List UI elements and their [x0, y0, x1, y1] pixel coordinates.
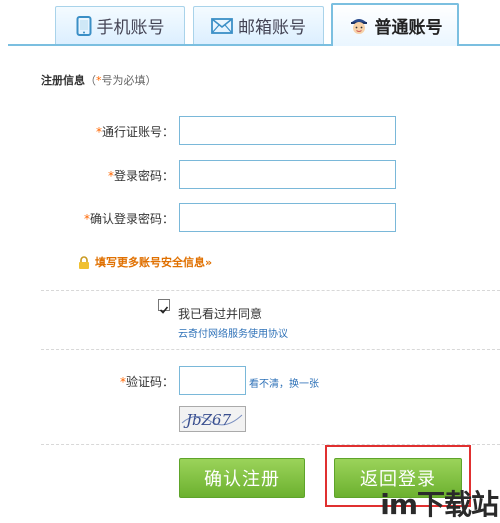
confirm-password-input[interactable] — [179, 203, 396, 232]
tab-label: 普通账号 — [374, 18, 443, 38]
captcha-label: *验证码： — [119, 375, 174, 389]
mail-icon — [211, 17, 233, 34]
tab-phone-account[interactable]: 手机账号 — [55, 6, 185, 44]
account-type-tabs: 手机账号 邮箱账号 普通账号 — [0, 0, 500, 46]
divider — [41, 290, 500, 291]
more-info-text: 填写更多账号安全信息» — [95, 256, 213, 269]
captcha-refresh-link[interactable]: 看不清，换一张 — [249, 375, 319, 390]
tab-email-account[interactable]: 邮箱账号 — [193, 6, 324, 44]
required-note: （*号为必填） — [85, 74, 157, 87]
form-title-text: 注册信息 — [41, 74, 85, 87]
more-security-info-link[interactable]: 填写更多账号安全信息» — [78, 254, 212, 270]
captcha-input[interactable] — [179, 366, 246, 395]
account-input[interactable] — [179, 116, 396, 145]
form-title: 注册信息（*号为必填） — [41, 72, 157, 88]
phone-icon — [76, 15, 92, 36]
account-label: *通行证账号： — [95, 125, 174, 139]
service-agreement-link[interactable]: 云奇付网络服务使用协议 — [178, 325, 288, 340]
captcha-text: JbZ67 — [183, 411, 232, 429]
password-input[interactable] — [179, 160, 396, 189]
lock-icon — [78, 255, 90, 269]
avatar-icon — [348, 15, 370, 37]
divider — [41, 349, 500, 350]
agreement-text: 我已看过并同意 — [178, 307, 263, 321]
tab-label: 邮箱账号 — [238, 18, 306, 38]
agreement-checkbox[interactable] — [158, 299, 170, 314]
captcha-image[interactable]: JbZ67 — [179, 406, 246, 432]
confirm-password-label: *确认登录密码： — [83, 212, 174, 226]
tab-normal-account[interactable]: 普通账号 — [331, 3, 459, 46]
password-label: *登录密码： — [107, 169, 174, 183]
tab-label: 手机账号 — [96, 18, 165, 38]
watermark: im下载站 — [380, 488, 499, 521]
checkmark-icon — [159, 306, 169, 314]
confirm-register-button[interactable]: 确认注册 — [179, 458, 305, 498]
